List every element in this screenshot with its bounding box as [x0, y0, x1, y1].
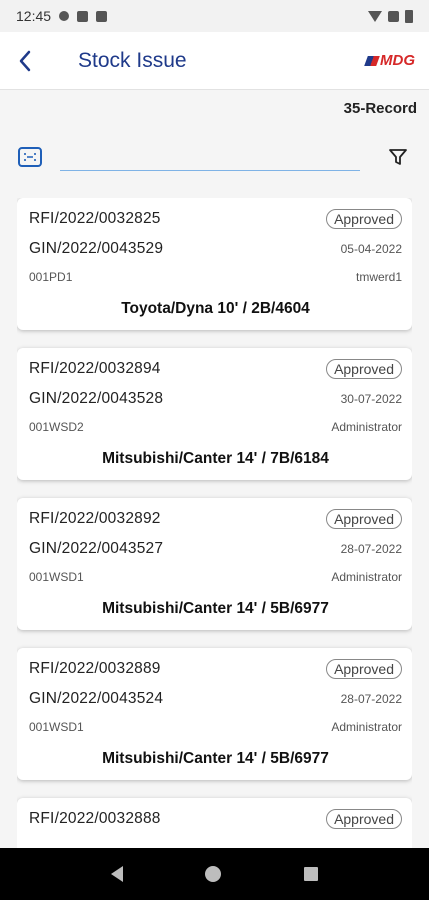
wifi-icon [368, 10, 382, 22]
issue-date: 28-07-2022 [340, 692, 402, 706]
status-badge: Approved [326, 659, 402, 679]
square-recent-icon[interactable] [303, 867, 318, 881]
gin-number: GIN/2022/0043524 [29, 690, 164, 707]
search-input[interactable] [60, 143, 360, 171]
gin-number: GIN/2022/0043527 [29, 540, 164, 557]
vehicle-info: Mitsubishi/Canter 14' / 7B/6184 [102, 450, 329, 467]
storage-icon [96, 10, 108, 22]
stock-issue-list[interactable]: RFI/2022/0032825 Approved GIN/2022/00435… [17, 198, 412, 848]
user-name: Administrator [331, 720, 402, 734]
vehicle-info: Toyota/Dyna 10' / 2B/4604 [121, 300, 310, 317]
scan-icon [18, 147, 42, 167]
user-name: Administrator [331, 570, 402, 584]
status-time: 12:45 [16, 8, 52, 24]
page-title: Stock Issue [78, 48, 187, 72]
scan-button[interactable] [16, 143, 44, 171]
location-code: 001WSD2 [29, 420, 84, 434]
rfi-number: RFI/2022/0032894 [29, 360, 161, 377]
status-bar: 12:45 [0, 0, 429, 32]
signal-icon [388, 10, 399, 22]
filter-button[interactable] [384, 143, 412, 171]
vehicle-info: Mitsubishi/Canter 14' / 5B/6977 [102, 600, 329, 617]
stock-issue-card[interactable]: RFI/2022/0032825 Approved GIN/2022/00435… [17, 198, 412, 330]
battery-icon [405, 9, 413, 23]
triangle-back-icon[interactable] [111, 866, 124, 882]
logo: MDG [364, 52, 415, 69]
gin-number: GIN/2022/0043528 [29, 390, 164, 407]
rfi-number: RFI/2022/0032825 [29, 210, 161, 227]
user-name: tmwerd1 [355, 270, 402, 284]
app-bar: Stock Issue MDG [0, 32, 429, 90]
stock-issue-card[interactable]: RFI/2022/0032894 Approved GIN/2022/00435… [17, 348, 412, 480]
issue-date: 05-04-2022 [340, 242, 402, 256]
notification-icon [59, 11, 70, 21]
logo-mark-icon [364, 55, 380, 66]
issue-date: 28-07-2022 [340, 542, 402, 556]
stock-issue-card[interactable]: RFI/2022/0032889 Approved GIN/2022/00435… [17, 648, 412, 780]
logo-text: MDG [380, 52, 415, 69]
stock-issue-card[interactable]: RFI/2022/0032892 Approved GIN/2022/00435… [17, 498, 412, 630]
rfi-number: RFI/2022/0032892 [29, 510, 161, 527]
chevron-left-icon [19, 50, 31, 71]
status-badge: Approved [326, 809, 402, 829]
back-button[interactable] [0, 32, 50, 90]
record-count: 35-Record [343, 100, 417, 117]
gin-number: GIN/2022/0043529 [29, 240, 164, 257]
issue-date: 30-07-2022 [340, 392, 402, 406]
status-badge: Approved [326, 359, 402, 379]
rfi-number: RFI/2022/0032889 [29, 660, 161, 677]
status-badge: Approved [326, 509, 402, 529]
stock-issue-card[interactable]: RFI/2022/0032888 Approved [17, 798, 412, 848]
status-badge: Approved [326, 209, 402, 229]
system-nav-bar [0, 848, 429, 900]
user-name: Administrator [331, 420, 402, 434]
sim-icon [77, 10, 89, 22]
location-code: 001WSD1 [29, 720, 84, 734]
filter-icon [389, 149, 407, 165]
rfi-number: RFI/2022/0032888 [29, 810, 161, 827]
vehicle-info: Mitsubishi/Canter 14' / 5B/6977 [102, 750, 329, 767]
location-code: 001WSD1 [29, 570, 84, 584]
circle-home-icon[interactable] [205, 866, 222, 882]
location-code: 001PD1 [29, 270, 73, 284]
search-row [16, 140, 412, 174]
